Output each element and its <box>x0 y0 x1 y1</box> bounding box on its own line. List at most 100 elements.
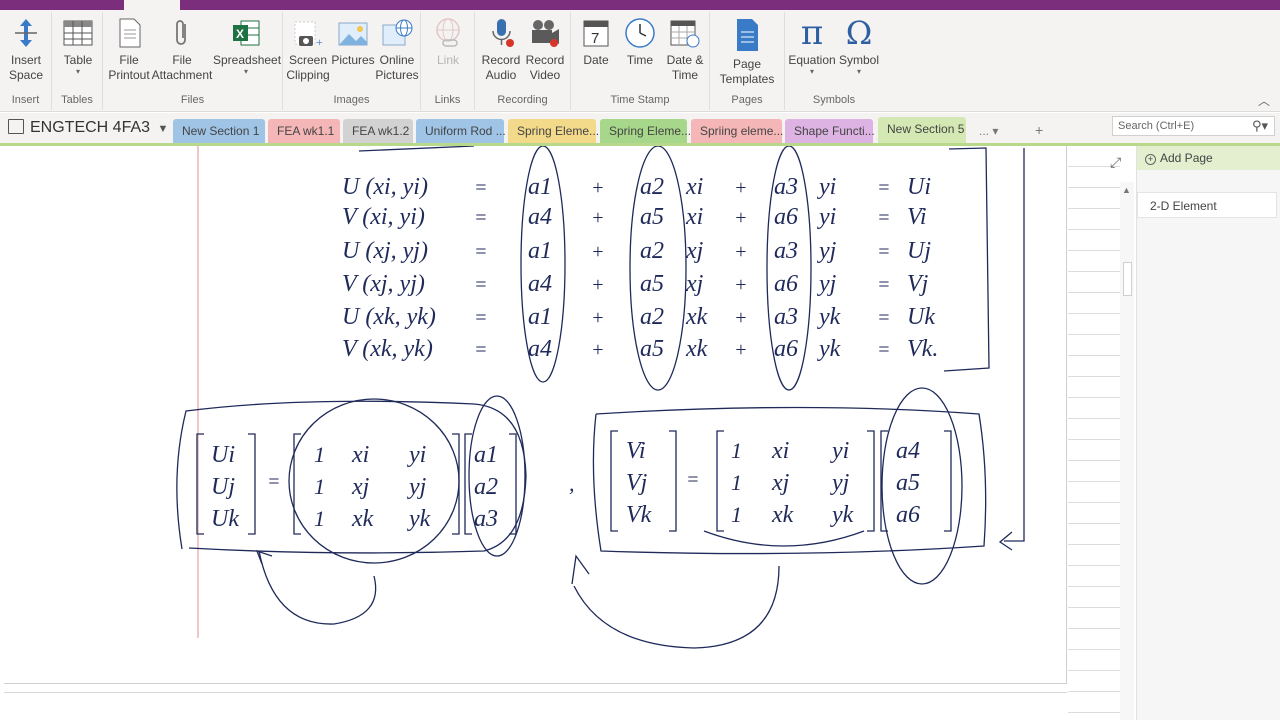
section-tab-label: New Section 5 <box>887 122 965 136</box>
date-label: Date <box>583 53 609 67</box>
section-tab-bar: ENGTECH 4FA3 ▼ New Section 1 FEA wk1.1 FEA… <box>0 113 1280 144</box>
section-tab[interactable]: Spriing eleme... <box>691 119 784 144</box>
time-button[interactable]: Time <box>619 16 661 68</box>
matrix-v-entry: Vj <box>626 470 648 496</box>
page-templates-button[interactable]: Page Templates <box>714 16 780 87</box>
file-printout-button[interactable]: File Printout <box>107 16 151 83</box>
record-video-button[interactable]: Record Video <box>523 16 567 83</box>
equals-sign: = <box>474 274 488 296</box>
x-coordinate: xk <box>685 304 708 330</box>
expand-icon[interactable]: ⤢ <box>1110 154 1121 171</box>
file-printout-label: File Printout <box>108 53 150 82</box>
vertical-scrollbar[interactable]: ▲ <box>1120 182 1134 720</box>
matrix-v-entry: Vi <box>626 438 646 464</box>
equation-rhs: Uj <box>907 238 931 264</box>
matrix-entry: yi <box>830 438 849 464</box>
scroll-up-icon[interactable]: ▲ <box>1122 185 1131 195</box>
section-tab[interactable]: Spring Eleme... <box>508 119 599 144</box>
note-sheet[interactable]: U (xi, yi) = a1 + a2 xi + a3 yi = Ui V (xi, yi) = a4 +… <box>4 146 1067 684</box>
ruled-lines <box>1068 146 1120 720</box>
table-label: Table <box>63 53 93 67</box>
equation-lhs: U (xj, yj) <box>342 238 428 264</box>
section-tab-label: Spring Eleme... <box>609 124 692 138</box>
spreadsheet-button[interactable]: X Spreadsheet ▾ <box>213 16 281 76</box>
equals-sign: = <box>877 241 891 263</box>
plus-sign: + <box>734 307 748 329</box>
plus-sign: + <box>591 177 605 199</box>
add-page-button[interactable]: + Add Page <box>1137 146 1280 170</box>
bracket <box>196 433 204 535</box>
matrix-entry: yk <box>830 502 854 528</box>
symbol-button[interactable]: Ω Symbol ▾ <box>837 16 881 76</box>
date-button[interactable]: 7 Date <box>577 16 615 68</box>
page-canvas[interactable]: U (xi, yi) = a1 + a2 xi + a3 yi = Ui V (xi, yi) = a4 +… <box>0 146 1135 720</box>
microphone-icon <box>484 16 518 50</box>
bracket <box>509 433 517 535</box>
screen-clipping-label: Screen Clipping <box>286 53 330 82</box>
section-tab[interactable]: FEA wk1.2 <box>343 119 413 144</box>
search-input[interactable]: Search (Ctrl+E) ⚲▾ <box>1112 116 1275 136</box>
group-recording: Record Audio Record Video Recording <box>475 12 571 110</box>
plus-sign: + <box>591 339 605 361</box>
plus-sign: + <box>734 207 748 229</box>
file-attachment-button[interactable]: File Attachment <box>151 16 213 83</box>
pictures-button[interactable]: Pictures <box>331 16 375 68</box>
section-tab[interactable]: Uniform Rod ... <box>416 119 506 144</box>
coefficient: a1 <box>528 174 552 200</box>
coefficient: a3 <box>774 304 798 330</box>
y-coordinate: yj <box>817 238 837 264</box>
insert-space-button[interactable]: Insert Space <box>6 16 46 83</box>
section-tab-label: Shape Functi... <box>794 124 875 138</box>
section-tab[interactable]: New Section 5 <box>878 117 966 144</box>
matrix-entry: yj <box>830 470 850 496</box>
coefficient-entry: a1 <box>474 442 498 468</box>
equation-button[interactable]: π Equation ▾ <box>787 16 837 76</box>
table-button[interactable]: Table ▾ <box>60 16 96 76</box>
chevron-down-icon: ▾ <box>75 67 80 76</box>
matrix-entry: 1 <box>731 438 742 463</box>
section-tab[interactable]: FEA wk1.1 <box>268 119 340 144</box>
bracket <box>716 430 724 532</box>
coefficient: a2 <box>640 238 664 264</box>
matrix-entry: xj <box>351 474 370 500</box>
date-time-button[interactable]: Date & Time <box>663 16 707 83</box>
coefficient: a6 <box>774 271 798 297</box>
notebook-selector[interactable]: ENGTECH 4FA3 ▼ <box>8 119 168 137</box>
record-audio-button[interactable]: Record Audio <box>479 16 523 83</box>
chevron-down-icon: ▾ <box>856 67 861 76</box>
section-tab-label: Spriing eleme... <box>700 124 784 138</box>
add-section-label: + <box>1035 122 1044 138</box>
section-tab[interactable]: Shape Functi... <box>785 119 875 144</box>
more-sections-button[interactable]: ... ▾ <box>970 119 1008 144</box>
section-tab[interactable]: New Section 1 <box>173 119 265 144</box>
coefficient: a1 <box>528 304 552 330</box>
matrix-entry: 1 <box>731 502 742 527</box>
coefficient: a2 <box>640 304 664 330</box>
group-time-stamp: 7 Date Time Date & Time Time Stamp <box>571 12 710 110</box>
page-item-label: 2-D Element <box>1150 199 1217 213</box>
section-tab-label: New Section 1 <box>182 124 260 138</box>
plus-sign: + <box>734 177 748 199</box>
next-page-edge <box>4 692 1067 722</box>
search-icon[interactable]: ⚲▾ <box>1252 118 1268 134</box>
page-item[interactable]: 2-D Element <box>1137 192 1277 218</box>
y-coordinate: yi <box>817 204 836 230</box>
bracket <box>248 433 256 535</box>
coefficient-entry: a5 <box>896 470 920 496</box>
section-tab[interactable]: Spring Eleme... <box>600 119 691 144</box>
matrix-entry: xk <box>351 506 374 532</box>
online-pictures-button[interactable]: Online Pictures <box>375 16 419 83</box>
scrollbar-thumb[interactable] <box>1123 262 1132 296</box>
group-label-recording: Recording <box>497 94 548 106</box>
insert-space-label: Insert Space <box>8 53 44 82</box>
tab-insert-active[interactable] <box>124 0 180 10</box>
screen-clipping-button[interactable]: + Screen Clipping <box>285 16 331 83</box>
add-section-button[interactable]: + <box>1026 119 1053 144</box>
plus-sign: + <box>591 207 605 229</box>
equation-rhs: Vk. <box>907 336 938 362</box>
bracket <box>944 430 952 532</box>
add-icon: + <box>1145 154 1156 165</box>
y-coordinate: yk <box>817 304 841 330</box>
link-button[interactable]: Link <box>429 16 467 68</box>
collapse-ribbon-icon[interactable]: ︿ <box>1258 92 1270 109</box>
